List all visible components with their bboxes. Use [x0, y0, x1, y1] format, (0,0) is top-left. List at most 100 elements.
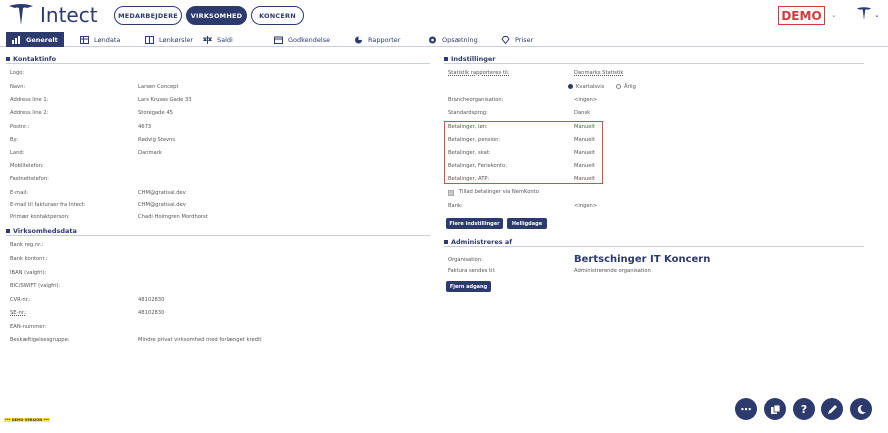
company-value[interactable]: 48102830	[138, 310, 164, 317]
contact-row: Mobiltelefon:	[10, 163, 430, 170]
chevron-down-icon[interactable]: ⌄	[874, 11, 880, 19]
footer: *** DEMO VERSION ***	[4, 418, 50, 422]
contact-row: Primær kontaktperson: Chadi Holmgren Mor…	[10, 214, 430, 221]
contact-value[interactable]: Lars Kruses Gade 33	[138, 97, 192, 104]
contact-row: E-mail: CHM@gratisal.dev	[10, 190, 430, 197]
tab-prices[interactable]: Priser	[501, 32, 533, 47]
company-label: EAN-nummer:	[10, 324, 47, 330]
help-button[interactable]: ?	[793, 398, 815, 420]
nemkonto-checkbox[interactable]	[448, 190, 454, 196]
nemkonto-label: Tillad betalinger via NemKonto	[459, 189, 539, 195]
tab-group[interactable]: KONCERN	[251, 6, 304, 25]
intect-logo-icon	[9, 4, 33, 25]
settings-label: Brancheorganisation:	[448, 97, 504, 103]
bank-label: Bank:	[448, 203, 463, 209]
chevron-down-icon[interactable]: ⌄	[831, 11, 837, 19]
settings-value[interactable]: <ingen>	[574, 97, 597, 104]
tab-general[interactable]: Generelt	[6, 32, 64, 47]
demo-badge[interactable]: DEMO	[778, 6, 825, 25]
tab-reports[interactable]: Rapporter	[354, 32, 400, 47]
contact-value[interactable]: Chadi Holmgren Mordhorst	[138, 214, 208, 221]
radio-on-icon	[568, 84, 573, 89]
contact-label: Logo:	[10, 70, 25, 76]
settings-value[interactable]: Dansk	[574, 110, 590, 117]
contact-value[interactable]: Larsen Concept	[138, 84, 179, 91]
moon-icon	[857, 404, 866, 414]
tab-employees[interactable]: MEDARBEJDERE	[114, 6, 182, 25]
contact-row: Land: Danmark	[10, 150, 430, 157]
contact-value[interactable]: Rødvig Stevns	[138, 137, 175, 144]
calendar-icon	[274, 36, 283, 44]
contact-value[interactable]: Danmark	[138, 150, 162, 157]
company-value[interactable]: 48102830	[138, 297, 164, 304]
contact-value[interactable]: 4673	[138, 124, 151, 131]
payments-highlight-box	[444, 121, 603, 184]
contact-row: By: Rødvig Stevns	[10, 137, 430, 144]
company-row: IBAN (valgfri):	[10, 270, 430, 277]
company-label: Bank kontonr.:	[10, 256, 48, 262]
tab-approval[interactable]: Godkendelse	[274, 32, 330, 47]
contact-value[interactable]: CHM@gratisal.dev	[138, 190, 186, 197]
tab-payroll-runs-label: Lønkørsler	[159, 35, 193, 44]
company-section-title: Virksomhedsdata	[13, 226, 77, 235]
ellipsis-icon: ⋯	[740, 402, 752, 416]
tab-balances[interactable]: Saldi	[203, 32, 233, 47]
section-square-icon	[6, 56, 10, 61]
section-square-icon	[444, 56, 448, 61]
invoice-label: Faktura sendes til:	[448, 268, 496, 274]
company-label: Bank reg.nr.:	[10, 242, 44, 248]
contact-value[interactable]: CHM@gratisal.dev	[138, 202, 186, 209]
contact-label: Land:	[10, 150, 25, 156]
more-settings-button[interactable]: Flere indstillinger	[446, 218, 503, 229]
company-row: CVR-nr.: 48102830	[10, 297, 430, 304]
contact-label: E-mail til fakturaer fra Intect:	[10, 202, 86, 208]
tab-paydata-label: Løndata	[94, 35, 121, 44]
tab-company[interactable]: VIRKSOMHED	[186, 6, 247, 25]
radio-yearly[interactable]: Årlig	[616, 84, 636, 91]
intect-logo[interactable]: Intect	[8, 3, 98, 27]
tab-setup-label: Opsætning	[442, 35, 478, 44]
tab-payroll-runs[interactable]: Lønkørsler	[145, 32, 193, 47]
company-row: EAN-nummer:	[10, 324, 430, 331]
tab-paydata[interactable]: Løndata	[80, 32, 120, 47]
org-value[interactable]: Bertschinger IT Koncern	[574, 254, 710, 266]
contact-row: Fastnettelefon:	[10, 176, 430, 183]
company-label: BIC/SWIFT (valgfri):	[10, 283, 61, 289]
copy-button[interactable]	[764, 398, 786, 420]
bank-value[interactable]: <ingen>	[574, 203, 597, 210]
holidays-button[interactable]: Helligdage	[507, 218, 547, 229]
more-options-button[interactable]: ⋯	[735, 398, 757, 420]
contact-row: Navn: Larsen Concept	[10, 84, 430, 91]
contact-label: By:	[10, 137, 18, 143]
edit-button[interactable]	[821, 398, 843, 420]
stat-value[interactable]: Danmarks Statistik	[574, 70, 623, 77]
contact-label: Address line 1:	[10, 97, 49, 103]
company-label: IBAN (valgfri):	[10, 270, 47, 276]
contact-section-header: Kontaktinfo	[6, 54, 430, 64]
contact-label: Primær kontaktperson:	[10, 214, 70, 220]
contact-row: Address line 1: Lars Kruses Gade 33	[10, 97, 430, 104]
company-row: Bank reg.nr.:	[10, 242, 430, 249]
copy-icon	[770, 404, 780, 414]
tab-balances-label: Saldi	[217, 35, 233, 44]
radio-quarterly-label: Kvartalsvis	[576, 84, 605, 90]
contact-value[interactable]: Storegade 45	[138, 110, 173, 117]
radio-quarterly[interactable]: Kvartalsvis	[568, 84, 604, 91]
remove-access-button[interactable]: Fjern adgang	[446, 281, 491, 292]
company-label: Beskæftigelsesgruppe:	[10, 337, 70, 343]
tab-setup[interactable]: Opsætning	[428, 32, 478, 47]
contact-row: Address line 2: Storegade 45	[10, 110, 430, 117]
company-value[interactable]: Mindre privat virksomhed med forlænget k…	[138, 337, 261, 344]
tab-general-label: Generelt	[26, 35, 58, 44]
dark-mode-button[interactable]	[850, 398, 872, 420]
admin-invoice-row: Faktura sendes til: Administrerende orga…	[448, 268, 858, 275]
user-menu-logo-icon[interactable]	[856, 6, 872, 26]
invoice-value[interactable]: Administrerende organisation	[574, 268, 651, 275]
admin-section-title: Administreres af	[451, 237, 513, 246]
nemkonto-row: Tillad betalinger via NemKonto	[459, 189, 759, 196]
org-label: Organisation:	[448, 257, 483, 263]
sub-navigation: Generelt Løndata Lønkørsler Saldi Godken…	[0, 32, 888, 47]
radio-yearly-label: Årlig	[624, 84, 636, 90]
columns-icon	[145, 35, 154, 44]
settings-row: Statistik rapporteres til: Danmarks Stat…	[448, 70, 858, 77]
